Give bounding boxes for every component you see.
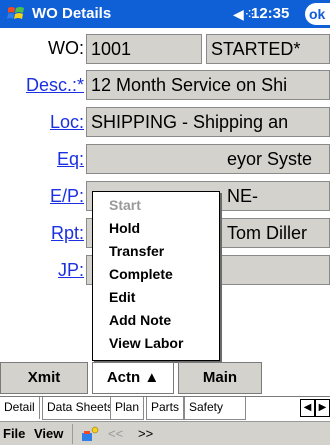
tab-plan[interactable]: Plan <box>110 397 145 420</box>
tab-detail[interactable]: Detail <box>0 397 40 419</box>
file-menu[interactable]: File <box>3 426 25 442</box>
jp-link[interactable]: JP: <box>4 259 84 281</box>
action-popup-menu: Start Hold Transfer Complete Edit Add No… <box>92 191 220 361</box>
loc-link[interactable]: Loc: <box>4 111 84 133</box>
wo-label: WO: <box>48 38 84 58</box>
xmit-button[interactable]: Xmit <box>0 362 88 394</box>
menu-item-start: Start <box>109 197 141 213</box>
ok-button[interactable]: ok <box>305 3 330 25</box>
tab-scroll-right-icon[interactable]: ▶ <box>315 399 330 417</box>
ep-link[interactable]: E/P: <box>4 185 84 207</box>
windows-start-icon[interactable] <box>6 4 26 24</box>
tab-strip: Detail Data Sheets Plan Parts Safety ◀ ▶ <box>0 396 330 420</box>
menu-divider <box>72 424 73 444</box>
back-button[interactable]: << <box>108 426 123 442</box>
sync-icon[interactable] <box>80 425 100 443</box>
tab-parts[interactable]: Parts <box>146 397 185 420</box>
menu-item-hold[interactable]: Hold <box>109 219 140 237</box>
clock[interactable]: 12:35 <box>251 5 289 23</box>
forward-button[interactable]: >> <box>138 426 153 442</box>
location-field[interactable]: SHIPPING - Shipping an <box>86 107 330 137</box>
main-button[interactable]: Main <box>178 362 262 394</box>
view-menu[interactable]: View <box>34 426 63 442</box>
menu-item-view-labor[interactable]: View Labor <box>109 334 183 352</box>
equipment-field[interactable]: eyor Syste <box>86 144 330 174</box>
tab-scroll-left-icon[interactable]: ◀ <box>300 399 315 417</box>
status-field[interactable]: STARTED* <box>206 34 330 64</box>
tab-data-sheets[interactable]: Data Sheets <box>42 397 119 420</box>
menu-item-transfer[interactable]: Transfer <box>109 242 164 260</box>
rpt-link[interactable]: Rpt: <box>4 222 84 244</box>
menu-item-add-note[interactable]: Add Note <box>109 311 171 329</box>
menu-item-complete[interactable]: Complete <box>109 265 173 283</box>
description-field[interactable]: 12 Month Service on Shi <box>86 70 330 100</box>
actn-button[interactable]: Actn ▲ <box>92 362 174 394</box>
menu-bar: File View << >> <box>0 421 330 445</box>
eq-link[interactable]: Eq: <box>4 148 84 170</box>
desc-link[interactable]: Desc.:* <box>4 74 84 96</box>
wo-number-field[interactable]: 1001 <box>86 34 202 64</box>
tab-safety[interactable]: Safety <box>184 397 246 420</box>
window-title: WO Details <box>32 5 112 22</box>
menu-item-edit[interactable]: Edit <box>109 288 135 306</box>
